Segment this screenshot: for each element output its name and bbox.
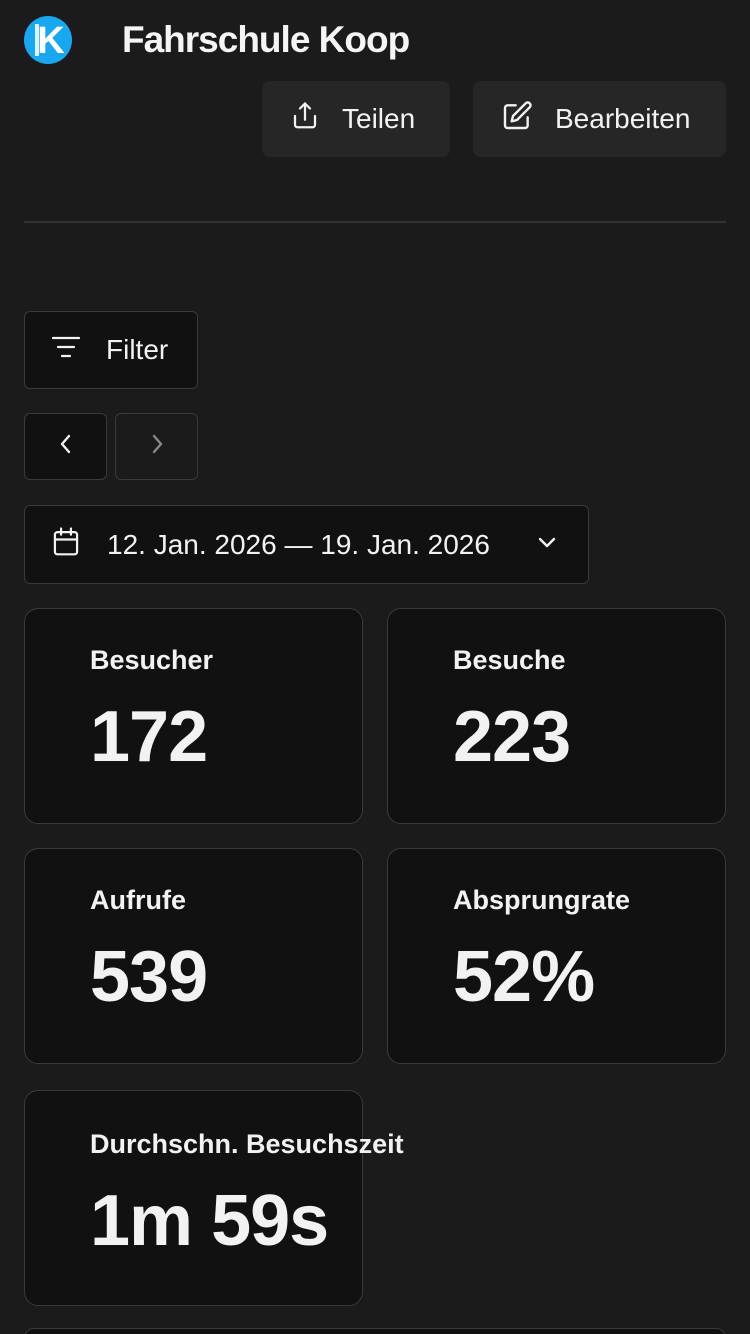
share-icon: [290, 101, 320, 138]
date-range-text: 12. Jan. 2026 — 19. Jan. 2026: [107, 528, 490, 560]
chevron-right-icon: [147, 432, 167, 461]
filter-icon: [50, 333, 82, 368]
metric-label: Besucher: [90, 645, 214, 675]
header-divider: [24, 221, 726, 223]
site-logo[interactable]: K: [24, 16, 72, 64]
metric-value: 223: [453, 697, 571, 777]
metric-value: 52%: [453, 937, 595, 1017]
page: K Fahrschule Koop Teilen Bearbeiten Filt…: [0, 0, 750, 1334]
previous-period-button[interactable]: [24, 413, 107, 480]
metric-card-bounce-rate[interactable]: Absprungrate 52%: [387, 848, 726, 1064]
metric-value: 172: [90, 697, 208, 777]
share-button[interactable]: Teilen: [262, 81, 450, 157]
filter-button-label: Filter: [106, 334, 169, 365]
share-button-label: Teilen: [342, 103, 416, 134]
metric-label: Besuche: [453, 645, 566, 675]
metric-card-pageviews[interactable]: Aufrufe 539: [24, 848, 363, 1064]
logo-letter: K: [37, 20, 65, 62]
site-title: Fahrschule Koop: [122, 19, 410, 60]
chevron-down-icon: [536, 535, 558, 556]
metric-card-avg-visit-time[interactable]: Durchschn. Besuchszeit 1m 59s: [24, 1090, 404, 1306]
edit-button-label: Bearbeiten: [555, 103, 691, 134]
logo-strip: [35, 24, 39, 56]
metric-value: 539: [90, 937, 208, 1017]
edit-icon: [501, 100, 533, 139]
next-period-button[interactable]: [115, 413, 198, 480]
metric-value: 1m 59s: [90, 1181, 329, 1261]
next-panel-edge: [24, 1328, 726, 1334]
metric-card-visits[interactable]: Besuche 223: [387, 608, 726, 824]
calendar-icon: [51, 526, 81, 563]
metric-label: Absprungrate: [453, 885, 631, 915]
date-range-picker[interactable]: 12. Jan. 2026 — 19. Jan. 2026: [24, 505, 589, 584]
chevron-left-icon: [56, 432, 76, 461]
edit-button[interactable]: Bearbeiten: [473, 81, 726, 157]
metric-label: Durchschn. Besuchszeit: [90, 1129, 404, 1159]
metric-card-visitors[interactable]: Besucher 172: [24, 608, 363, 824]
metric-label: Aufrufe: [90, 885, 186, 915]
filter-button[interactable]: Filter: [24, 311, 198, 389]
